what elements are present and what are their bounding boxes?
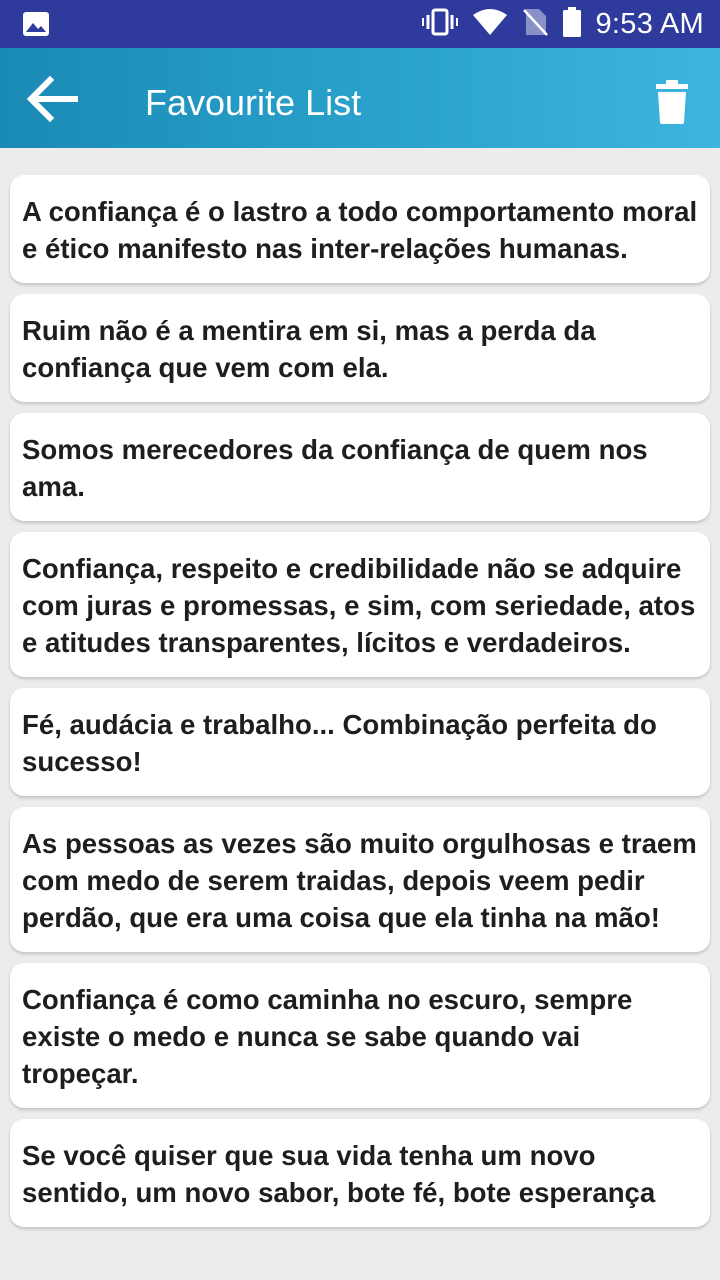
- quote-card[interactable]: Fé, audácia e trabalho... Combinação per…: [10, 688, 710, 796]
- no-sim-icon: [522, 7, 548, 42]
- app-bar: Favourite List: [0, 48, 720, 148]
- wifi-icon: [472, 8, 508, 41]
- quote-text: Ruim não é a mentira em si, mas a perda …: [22, 315, 596, 383]
- quote-card[interactable]: A confiança é o lastro a todo comportame…: [10, 175, 710, 283]
- quote-card[interactable]: Confiança é como caminha no escuro, semp…: [10, 963, 710, 1108]
- quote-text: Confiança, respeito e credibilidade não …: [22, 553, 696, 658]
- quote-card[interactable]: Ruim não é a mentira em si, mas a perda …: [10, 294, 710, 402]
- status-icons: 9:53 AM: [421, 0, 705, 48]
- quote-text: Somos merecedores da confiança de quem n…: [22, 434, 648, 502]
- quote-text: Confiança é como caminha no escuro, semp…: [22, 984, 633, 1089]
- quote-text: Fé, audácia e trabalho... Combinação per…: [22, 709, 657, 777]
- page-title: Favourite List: [145, 82, 362, 123]
- favourite-list[interactable]: A confiança é o lastro a todo comportame…: [0, 148, 720, 1280]
- status-time: 9:53 AM: [595, 7, 704, 40]
- trash-icon: [650, 80, 694, 130]
- quote-text: As pessoas as vezes são muito orgulhosas…: [22, 828, 697, 933]
- battery-icon: [562, 6, 582, 43]
- delete-button[interactable]: [650, 78, 694, 126]
- back-button[interactable]: [26, 75, 84, 123]
- quote-card[interactable]: Somos merecedores da confiança de quem n…: [10, 413, 710, 521]
- arrow-left-icon: [26, 75, 84, 126]
- quote-card[interactable]: Confiança, respeito e credibilidade não …: [10, 532, 710, 677]
- quote-text: A confiança é o lastro a todo comportame…: [22, 196, 698, 264]
- status-bar: 9:53 AM: [0, 0, 720, 48]
- vibrate-icon: [421, 8, 458, 41]
- image-icon: [22, 11, 50, 37]
- quote-card[interactable]: As pessoas as vezes são muito orgulhosas…: [10, 807, 710, 952]
- quote-card[interactable]: Se você quiser que sua vida tenha um nov…: [10, 1119, 710, 1227]
- quote-text: Se você quiser que sua vida tenha um nov…: [22, 1140, 656, 1208]
